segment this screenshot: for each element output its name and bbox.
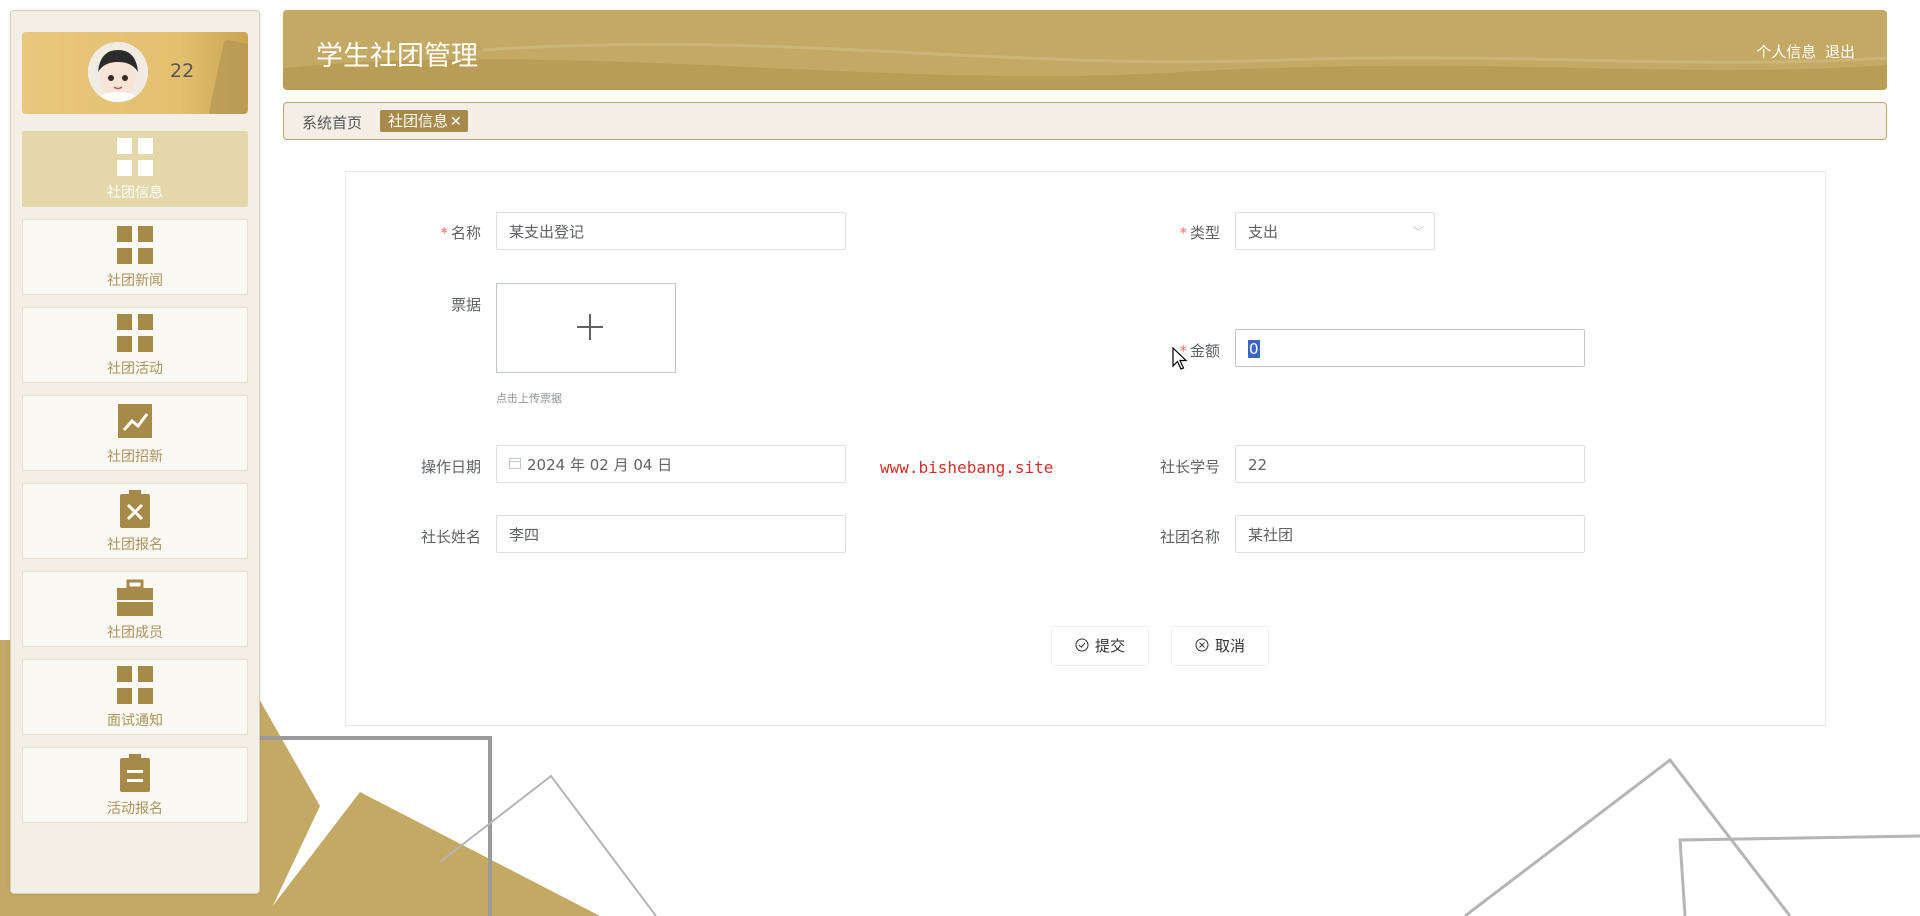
receipt-label: 票据 <box>450 296 481 314</box>
grid-icon <box>117 314 153 352</box>
submit-button[interactable]: 提交 <box>1051 626 1149 666</box>
user-card[interactable]: 22 <box>22 32 248 114</box>
leader-id-label: 社长学号 <box>1159 458 1220 476</box>
sidebar-menu: 社团信息 社团新闻 社团活动 社团招新 社团报名 社团成员 面试通知 活动报名 <box>22 131 248 833</box>
tab-club-info[interactable]: 社团信息 ✕ <box>380 110 468 132</box>
date-value: 2024 年 02 月 04 日 <box>527 456 673 474</box>
sidebar-item-club-info[interactable]: 社团信息 <box>22 131 248 207</box>
profile-link[interactable]: 个人信息 <box>1756 43 1816 61</box>
sidebar-item-members[interactable]: 社团成员 <box>22 571 248 647</box>
sidebar: 22 社团信息 社团新闻 社团活动 社团招新 社团报名 社团成员 面试通知 活动… <box>10 10 260 894</box>
sidebar-item-recruitment[interactable]: 社团招新 <box>22 395 248 471</box>
name-label-text: 名称 <box>450 224 481 242</box>
sidebar-item-registration[interactable]: 社团报名 <box>22 483 248 559</box>
receipt-upload[interactable] <box>496 283 676 373</box>
sidebar-item-label: 社团信息 <box>107 185 163 201</box>
club-name-label: 社团名称 <box>1159 528 1220 546</box>
header-wave-decoration <box>283 42 1887 90</box>
mouse-cursor-icon <box>1172 347 1188 370</box>
grid-icon <box>117 226 153 264</box>
required-mark: * <box>1179 224 1187 242</box>
type-label-text: 类型 <box>1189 224 1220 242</box>
grid-icon <box>117 666 153 704</box>
upload-tip: 点击上传票据 <box>496 392 562 405</box>
name-input[interactable]: 某支出登记 <box>496 212 846 250</box>
watermark: www.bishebang.site <box>880 458 1054 477</box>
logout-link[interactable]: 退出 <box>1825 43 1855 61</box>
close-icon[interactable]: ✕ <box>450 114 462 130</box>
sidebar-item-interview-notice[interactable]: 面试通知 <box>22 659 248 735</box>
leader-id-input[interactable]: 22 <box>1235 445 1585 483</box>
sidebar-item-club-activities[interactable]: 社团活动 <box>22 307 248 383</box>
name-label: * 名称 <box>361 222 481 243</box>
top-header: 学生社团管理 个人信息 退出 <box>283 10 1887 90</box>
date-picker[interactable]: 2024 年 02 月 04 日 <box>496 445 846 483</box>
cancel-button[interactable]: 取消 <box>1171 626 1269 666</box>
sidebar-item-activity-registration[interactable]: 活动报名 <box>22 747 248 823</box>
check-circle-icon <box>1075 638 1089 652</box>
chevron-down-icon: ﹀ <box>1411 225 1424 239</box>
close-circle-icon <box>1195 638 1209 652</box>
club-name-input[interactable]: 某社团 <box>1235 515 1585 553</box>
amount-input-value: 0 <box>1248 340 1260 358</box>
submit-button-label: 提交 <box>1094 637 1125 655</box>
sidebar-item-label: 社团招新 <box>107 449 163 465</box>
chart-icon <box>118 404 152 438</box>
avatar-image <box>88 42 148 102</box>
sidebar-item-label: 社团活动 <box>107 361 163 377</box>
clipboard-list-icon <box>120 754 150 792</box>
briefcase-icon <box>117 579 153 616</box>
app-title: 学生社团管理 <box>316 41 478 72</box>
amount-input[interactable]: 0 <box>1235 329 1585 367</box>
tab-club-info-label: 社团信息 <box>388 112 449 130</box>
sidebar-item-label: 社团报名 <box>107 537 163 553</box>
clipboard-x-icon <box>120 490 150 528</box>
user-name: 22 <box>170 60 195 82</box>
calendar-icon <box>509 458 521 469</box>
required-mark: * <box>440 224 448 242</box>
avatar[interactable] <box>88 42 148 102</box>
sidebar-item-label: 面试通知 <box>107 713 163 729</box>
plus-icon <box>577 314 603 340</box>
amount-label-text: 金额 <box>1189 342 1220 360</box>
date-label: 操作日期 <box>420 458 481 476</box>
sidebar-item-label: 社团新闻 <box>107 273 163 289</box>
tabs-bar: 系统首页 社团信息 ✕ <box>283 102 1887 140</box>
sidebar-item-label: 社团成员 <box>107 625 163 641</box>
leader-name-label: 社长姓名 <box>420 528 481 546</box>
type-select[interactable]: 支出 ﹀ <box>1235 212 1435 250</box>
leader-name-input[interactable]: 李四 <box>496 515 846 553</box>
user-card-decoration <box>208 39 248 114</box>
type-label: * 类型 <box>1100 222 1220 243</box>
type-select-value: 支出 <box>1248 223 1279 241</box>
header-links: 个人信息 退出 <box>1752 41 1855 62</box>
tab-home[interactable]: 系统首页 <box>302 112 362 133</box>
sidebar-item-club-news[interactable]: 社团新闻 <box>22 219 248 295</box>
sidebar-item-label: 活动报名 <box>107 801 163 817</box>
grid-icon <box>117 138 153 176</box>
club-info-form: * 名称 某支出登记 * 类型 支出 ﹀ 票据 点击上传票据 * 金额 0 操作日期 … <box>345 171 1826 726</box>
cancel-button-label: 取消 <box>1214 637 1245 655</box>
amount-label: * 金额 <box>1100 340 1220 361</box>
